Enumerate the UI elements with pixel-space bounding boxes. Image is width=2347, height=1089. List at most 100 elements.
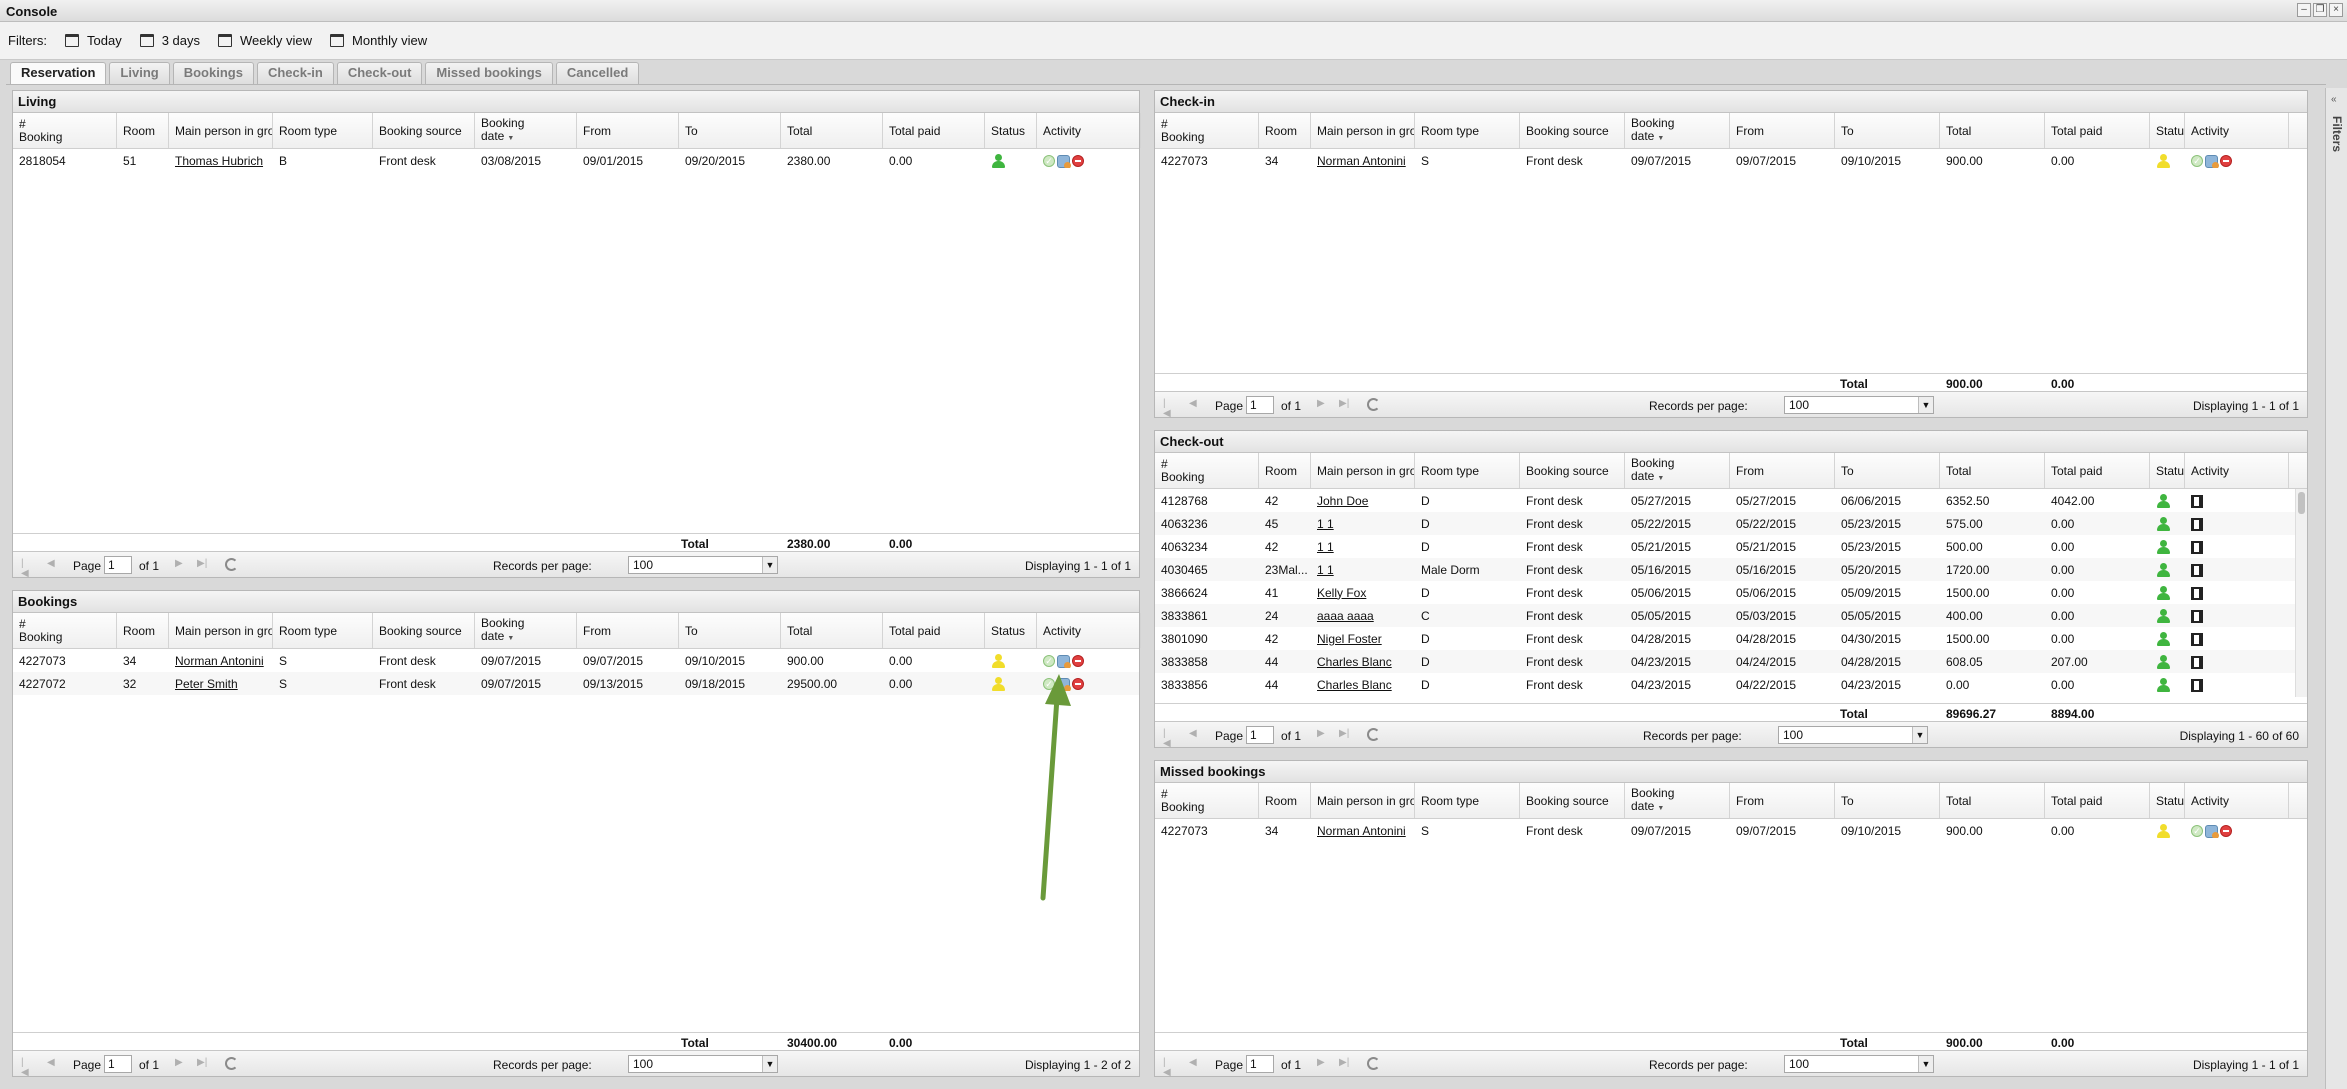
column-to[interactable]: To (1835, 783, 1940, 818)
last-page-icon[interactable]: ▶| (1339, 729, 1349, 739)
column-to[interactable]: To (1835, 453, 1940, 488)
close-icon[interactable]: × (2329, 3, 2343, 17)
person-link[interactable]: 1 1 (1317, 517, 1334, 531)
prev-page-icon[interactable]: ◀ (47, 1058, 57, 1068)
column-room-type[interactable]: Room type (273, 113, 373, 148)
tab-check-out[interactable]: Check-out (336, 62, 423, 84)
check-out-door-icon[interactable] (2191, 494, 2203, 508)
column-booking[interactable]: # Booking (1155, 113, 1259, 148)
first-page-icon[interactable]: |◀ (21, 1058, 31, 1078)
records-per-page-select[interactable]: 100 ▼ (628, 556, 778, 574)
page-number-input[interactable]: 1 (104, 556, 132, 574)
check-out-door-icon[interactable] (2191, 632, 2203, 646)
tab-missed-bookings[interactable]: Missed bookings (425, 62, 553, 84)
column-booking[interactable]: # Booking (13, 113, 117, 148)
column-activity[interactable]: Activity (1037, 613, 1141, 648)
column-activity[interactable]: Activity (2185, 783, 2289, 818)
table-row[interactable]: 4227073 34 Norman Antonini S Front desk 09/07… (1155, 149, 2307, 172)
column-paid[interactable]: Total paid (883, 613, 985, 648)
check-out-door-icon[interactable] (2191, 609, 2203, 623)
last-page-icon[interactable]: ▶| (197, 1058, 207, 1068)
expand-icon[interactable]: « (2331, 94, 2337, 105)
records-per-page-select[interactable]: 100 ▼ (1784, 1055, 1934, 1073)
last-page-icon[interactable]: ▶| (1339, 399, 1349, 409)
prev-page-icon[interactable]: ◀ (1189, 1058, 1199, 1068)
column-to[interactable]: To (679, 113, 781, 148)
page-number-input[interactable]: 1 (1246, 726, 1274, 744)
person-link[interactable]: Norman Antonini (1317, 154, 1406, 168)
column-to[interactable]: To (679, 613, 781, 648)
check-in-guest-icon[interactable] (2205, 154, 2219, 168)
confirm-icon[interactable]: ✓ (1043, 655, 1055, 668)
column-booking-date[interactable]: Booking date ▼ (1625, 113, 1730, 148)
table-row[interactable]: 4227073 34 Norman Antonini S Front desk 09/07… (1155, 819, 2307, 842)
column-room[interactable]: Room (1259, 453, 1311, 488)
column-activity[interactable]: Activity (1037, 113, 1141, 148)
column-source[interactable]: Booking source (1520, 453, 1625, 488)
column-person[interactable]: Main person in group (169, 113, 273, 148)
table-row[interactable]: 3833858 44 Charles Blanc D Front desk 04/23/2… (1155, 650, 2307, 673)
column-status[interactable]: Status (2150, 453, 2185, 488)
person-link[interactable]: Thomas Hubrich (175, 154, 263, 168)
column-booking[interactable]: # Booking (13, 613, 117, 648)
tab-reservation[interactable]: Reservation (10, 62, 107, 85)
column-total[interactable]: Total (781, 113, 883, 148)
table-row[interactable]: 4227073 34 Norman Antonini S Front desk 09/07… (13, 649, 1139, 672)
column-source[interactable]: Booking source (1520, 113, 1625, 148)
person-link[interactable]: Norman Antonini (1317, 824, 1406, 838)
person-link[interactable]: 1 1 (1317, 563, 1334, 577)
confirm-icon[interactable]: ✓ (2191, 155, 2203, 168)
column-booking[interactable]: # Booking (1155, 453, 1259, 488)
filter-weekly-view[interactable]: Weekly view (218, 33, 312, 48)
column-from[interactable]: From (577, 613, 679, 648)
column-person[interactable]: Main person in group (1311, 113, 1415, 148)
column-from[interactable]: From (1730, 113, 1835, 148)
next-page-icon[interactable]: ▶ (175, 559, 185, 569)
column-paid[interactable]: Total paid (2045, 453, 2150, 488)
page-number-input[interactable]: 1 (104, 1055, 132, 1073)
column-activity[interactable]: Activity (2185, 113, 2289, 148)
first-page-icon[interactable]: |◀ (21, 559, 31, 579)
next-page-icon[interactable]: ▶ (1317, 1058, 1327, 1068)
cancel-booking-icon[interactable] (1072, 155, 1084, 168)
page-number-input[interactable]: 1 (1246, 396, 1274, 414)
table-row[interactable]: 4128768 42 John Doe D Front desk 05/27/2015 05… (1155, 489, 2307, 512)
check-out-door-icon[interactable] (2191, 563, 2203, 577)
minimize-icon[interactable]: – (2297, 3, 2311, 17)
refresh-icon[interactable] (225, 1057, 238, 1070)
last-page-icon[interactable]: ▶| (197, 559, 207, 569)
column-from[interactable]: From (1730, 453, 1835, 488)
column-room-type[interactable]: Room type (1415, 453, 1520, 488)
column-booking-date[interactable]: Booking date ▼ (1625, 453, 1730, 488)
confirm-icon[interactable]: ✓ (1043, 155, 1055, 168)
column-status[interactable]: Status (985, 113, 1037, 148)
column-total[interactable]: Total (1940, 113, 2045, 148)
person-link[interactable]: Charles Blanc (1317, 678, 1392, 692)
records-per-page-select[interactable]: 100 ▼ (1778, 726, 1928, 744)
person-link[interactable]: Nigel Foster (1317, 632, 1382, 646)
cancel-booking-icon[interactable] (1072, 655, 1084, 668)
column-booking[interactable]: # Booking (1155, 783, 1259, 818)
column-room-type[interactable]: Room type (1415, 783, 1520, 818)
check-out-door-icon[interactable] (2191, 678, 2203, 692)
records-per-page-select[interactable]: 100 ▼ (1784, 396, 1934, 414)
column-total[interactable]: Total (1940, 453, 2045, 488)
tab-bookings[interactable]: Bookings (172, 62, 254, 84)
person-link[interactable]: Peter Smith (175, 677, 238, 691)
refresh-icon[interactable] (1367, 728, 1380, 741)
check-out-door-icon[interactable] (2191, 540, 2203, 554)
tab-check-in[interactable]: Check-in (256, 62, 334, 84)
next-page-icon[interactable]: ▶ (175, 1058, 185, 1068)
refresh-icon[interactable] (225, 558, 238, 571)
column-person[interactable]: Main person in group (1311, 783, 1415, 818)
column-total[interactable]: Total (781, 613, 883, 648)
check-out-door-icon[interactable] (2191, 517, 2203, 531)
column-source[interactable]: Booking source (1520, 783, 1625, 818)
next-page-icon[interactable]: ▶ (1317, 729, 1327, 739)
tab-cancelled[interactable]: Cancelled (555, 62, 640, 84)
column-total[interactable]: Total (1940, 783, 2045, 818)
check-out-door-icon[interactable] (2191, 586, 2203, 600)
prev-page-icon[interactable]: ◀ (1189, 729, 1199, 739)
first-page-icon[interactable]: |◀ (1163, 729, 1173, 749)
filter-today[interactable]: Today (65, 33, 122, 48)
